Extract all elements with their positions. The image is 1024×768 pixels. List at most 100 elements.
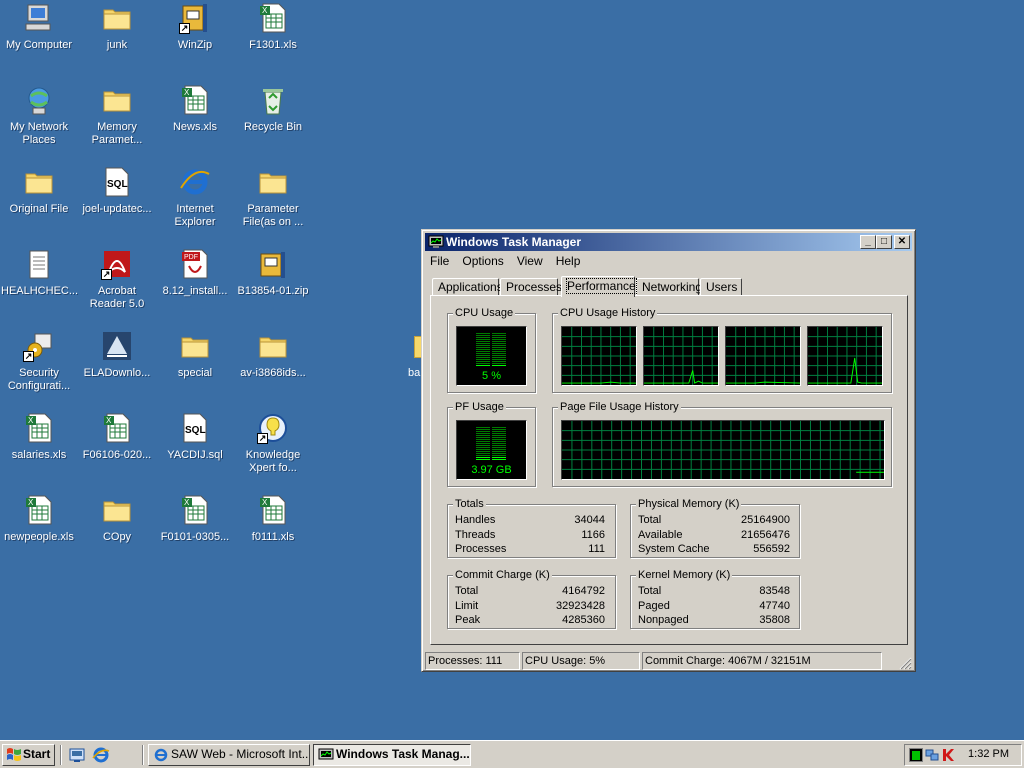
close-button[interactable]: ✕ [894, 235, 910, 249]
desktop-icon[interactable]: junk [78, 0, 156, 52]
tray-clock[interactable]: 1:32 PM [968, 748, 1009, 760]
excel-file-icon: X [23, 412, 55, 444]
desktop-icon[interactable]: Xf0111.xls [234, 492, 312, 544]
tab-applications[interactable]: Applications [432, 278, 503, 296]
taskbar-button-task-manager[interactable]: Windows Task Manag... [313, 744, 471, 766]
svg-text:X: X [28, 498, 34, 507]
desktop-icon[interactable]: ↗ Knowledge Xpert fo... [234, 410, 312, 475]
desktop-icon-label: 8.12_install... [162, 285, 228, 297]
minimize-button[interactable]: _ [860, 235, 876, 249]
svg-text:SQL: SQL [107, 179, 128, 190]
desktop-icon-label: F1301.xls [249, 39, 297, 51]
my-computer-icon [23, 2, 55, 34]
antivirus-tray-icon[interactable] [941, 748, 955, 762]
desktop-icon[interactable]: ↗ Acrobat Reader 5.0 [78, 246, 156, 311]
svg-text:X: X [262, 498, 268, 507]
desktop-icon[interactable]: Xsalaries.xls [0, 410, 78, 462]
physical-memory-group: Physical Memory (K) Total 25164900 Availa… [630, 497, 800, 558]
desktop-icon[interactable]: B13854-01.zip [234, 246, 312, 298]
resize-grip-icon[interactable] [898, 656, 912, 670]
desktop-icon[interactable]: av-i3868ids... [234, 328, 312, 380]
status-bar: Processes: 111 CPU Usage: 5% Commit Char… [425, 652, 912, 670]
desktop-icon-label: special [177, 367, 213, 379]
commit-charge-title: Commit Charge (K) [453, 568, 552, 582]
stat-row: Paged 47740 [638, 599, 790, 612]
desktop-icon[interactable]: X F1301.xls [234, 0, 312, 52]
desktop-icon-label: My Computer [5, 39, 73, 51]
network-tray-icon[interactable] [925, 748, 939, 762]
cpu-usage-group: CPU Usage 5 % [447, 306, 536, 393]
folder-icon [101, 2, 133, 34]
menu-options[interactable]: Options [457, 252, 508, 270]
menu-view[interactable]: View [512, 252, 548, 270]
tab-networking[interactable]: Networking [636, 278, 702, 296]
tab-processes[interactable]: Processes [500, 278, 562, 296]
desktop-icon[interactable]: special [156, 328, 234, 380]
cpu-history-group: CPU Usage History [552, 306, 892, 393]
tab-performance[interactable]: Performance [561, 276, 637, 297]
desktop-icon[interactable]: X F06106-020... [78, 410, 156, 462]
menu-file[interactable]: File [425, 252, 454, 270]
start-button[interactable]: Start [2, 744, 55, 766]
desktop-icon[interactable]: X F0101-0305... [156, 492, 234, 544]
stat-row: Peak 4285360 [455, 614, 605, 626]
desktop-icon-label: Original File [9, 203, 69, 215]
excel-file-icon: X [179, 84, 211, 116]
stat-row: Total 4164792 [455, 585, 605, 597]
taskbar-button-saw-web[interactable]: SAW Web - Microsoft Int... [148, 744, 310, 766]
desktop-icon[interactable]: My Network Places [0, 82, 78, 147]
status-processes: Processes: 111 [425, 652, 520, 670]
desktop-icon[interactable]: SQL YACDIJ.sql [156, 410, 234, 462]
download-app-icon [101, 330, 133, 362]
desktop-icon-label: Acrobat Reader 5.0 [89, 285, 145, 310]
svg-text:X: X [106, 416, 112, 425]
internet-explorer-icon [154, 748, 168, 762]
desktop-icon[interactable]: PDF 8.12_install... [156, 246, 234, 298]
desktop-icon[interactable]: My Computer [0, 0, 78, 52]
desktop-icon-label: B13854-01.zip [237, 285, 309, 297]
show-desktop-quicklaunch-icon[interactable] [68, 746, 86, 764]
hidden-desktop-icon[interactable]: ba [408, 332, 422, 382]
desktop-icon-label: Knowledge Xpert fo... [245, 449, 301, 474]
desktop-icon-label: ELADownlo... [83, 367, 151, 379]
desktop-icon-label: newpeople.xls [4, 531, 74, 543]
window-titlebar[interactable]: Windows Task Manager _ □ ✕ [425, 233, 912, 251]
tab-users[interactable]: Users [700, 278, 742, 296]
task-manager-app-icon [428, 235, 444, 248]
desktop-icon[interactable]: Xnewpeople.xls [0, 492, 78, 544]
kernel-memory-title: Kernel Memory (K) [636, 568, 733, 582]
cpu-usage-meter: 5 % [456, 326, 527, 386]
stat-row: Processes 111 [455, 543, 605, 555]
desktop-icon[interactable]: Parameter File(as on ... [234, 164, 312, 229]
desktop-icon[interactable]: HEALHCHEC... [0, 246, 78, 298]
desktop-icon[interactable]: SQL joel-updatec... [78, 164, 156, 216]
cpu-meter-tray-icon[interactable] [909, 748, 923, 762]
desktop-icon[interactable]: ↗ WinZip [156, 0, 234, 52]
folder-icon [257, 330, 289, 362]
desktop-icon-label: News.xls [172, 121, 217, 133]
desktop-icon[interactable]: X News.xls [156, 82, 234, 134]
internet-explorer-quicklaunch-icon[interactable] [92, 746, 110, 764]
desktop-icon[interactable]: Internet Explorer [156, 164, 234, 229]
svg-text:X: X [184, 88, 190, 97]
maximize-button[interactable]: □ [876, 235, 892, 249]
folder-icon [23, 166, 55, 198]
cpu-core-graph-4 [807, 326, 883, 386]
desktop-icon[interactable]: Memory Paramet... [78, 82, 156, 147]
svg-text:X: X [28, 416, 34, 425]
cpu-core-graph-2 [643, 326, 719, 386]
task-manager-window[interactable]: Windows Task Manager _ □ ✕ File Options … [421, 229, 916, 672]
menu-help[interactable]: Help [551, 252, 586, 270]
pf-history-title: Page File Usage History [558, 400, 681, 414]
page-file-history-graph [561, 420, 885, 480]
desktop-icon-label: Security Configurati... [7, 367, 71, 392]
system-tray: 1:32 PM [904, 744, 1022, 766]
desktop-icon[interactable]: ELADownlo... [78, 328, 156, 380]
desktop-icon[interactable]: ↗ Security Configurati... [0, 328, 78, 393]
shortcut-arrow-icon: ↗ [257, 433, 268, 444]
desktop-icon[interactable]: COpy [78, 492, 156, 544]
desktop-icon[interactable]: Original File [0, 164, 78, 216]
folder-icon [101, 494, 133, 526]
desktop-icon[interactable]: Recycle Bin [234, 82, 312, 134]
desktop-icon-label: salaries.xls [11, 449, 67, 461]
